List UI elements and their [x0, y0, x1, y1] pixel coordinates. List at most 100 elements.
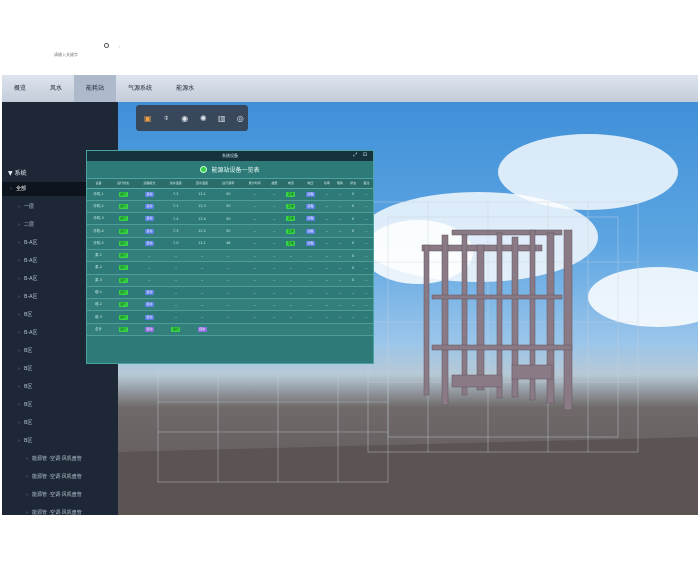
status-badge: 正常	[286, 228, 296, 234]
table-cell: --	[280, 249, 301, 263]
gauge-icon[interactable]: ◉	[177, 110, 193, 126]
table-cell: 自动	[136, 310, 163, 324]
table-row[interactable]: 塔-1 运行 自动 -- -- -- -- -- -- -- -- -- -- --	[87, 286, 373, 300]
table-cell: 12.0	[188, 212, 216, 226]
table-cell: 正常	[280, 212, 301, 226]
column-header: 状态	[346, 179, 360, 189]
table-cell: --	[320, 200, 334, 214]
tree-item-label: B区	[24, 312, 33, 318]
layers-icon[interactable]: ▣	[140, 110, 156, 126]
table-cell: 运行	[109, 298, 137, 312]
panel-heading-text: 能源站设备一览表	[211, 167, 260, 174]
table-row[interactable]: 冷机-4 运行 自动 7.3 12.2 50 -- -- 正常 远程 -- -- 0 --	[87, 224, 373, 238]
panel-window-title: 系统设备	[222, 153, 238, 158]
tree-item[interactable]: › 能源管 ·空调·风机盘管	[2, 470, 118, 484]
panel-titlebar: 系统设备 ⤢ ⊡	[87, 151, 373, 161]
table-cell: --	[333, 224, 347, 238]
search-input[interactable]	[50, 49, 100, 60]
table-cell: --	[267, 298, 281, 312]
table-row[interactable]: 冷机-3 运行 自动 7.4 12.0 50 -- -- 正常 远程 -- -- 0 --	[87, 212, 373, 226]
table-row[interactable]: 塔-3 运行 自动 -- -- -- -- -- -- -- -- -- -- --	[87, 310, 373, 324]
tree-item-label: B-A区	[24, 240, 38, 246]
column-header: 运行频率	[215, 179, 242, 189]
table-cell: --	[320, 212, 334, 226]
table-cell: --	[162, 310, 189, 324]
tree-item-label: B区	[24, 366, 33, 372]
table-cell	[241, 323, 268, 337]
chevron-right-icon: ›	[18, 240, 20, 246]
table-cell: 12.1	[188, 237, 216, 250]
table-cell: 7.0	[162, 237, 189, 250]
tree-item-label: B-A区	[24, 330, 38, 336]
table-cell: --	[267, 200, 281, 214]
chevron-right-icon: ›	[26, 510, 28, 515]
view-icon[interactable]: ◎	[233, 110, 249, 126]
chart-icon[interactable]: ▥	[214, 110, 230, 126]
table-cell: --	[359, 188, 373, 201]
table-cell: --	[267, 310, 281, 324]
tree-item[interactable]: › 能源管 ·空调·风机盘管	[2, 452, 118, 466]
top-nav: 概览 风水 能耗站 气源系统 能源水	[2, 75, 698, 102]
tree-item[interactable]: › B区	[2, 362, 118, 376]
table-row[interactable]: 冷机-5 运行 自动 7.0 12.1 48 -- -- 正常 远程 -- -- 0 --	[87, 237, 373, 250]
table-cell: --	[241, 310, 268, 324]
column-header: 电压	[300, 179, 321, 189]
table-cell: 泵-2	[87, 261, 110, 275]
table-row[interactable]: 冷机-1 运行 自动 7.2 12.1 50 -- -- 正常 远程 -- -- 0 --	[87, 188, 373, 201]
nav-tab[interactable]: 概览	[2, 75, 38, 102]
table-cell: --	[359, 237, 373, 250]
table-cell: --	[267, 237, 281, 250]
column-header: 远程模式	[136, 179, 163, 189]
tree-item[interactable]: › B区	[2, 380, 118, 394]
table-cell: 泵-3	[87, 274, 110, 287]
nav-tab[interactable]: 风水	[38, 75, 74, 102]
chevron-right-icon: ›	[18, 312, 20, 318]
status-badge: 运行	[118, 302, 128, 308]
table-cell: 运行	[109, 224, 137, 238]
status-icon	[200, 166, 208, 173]
chevron-right-icon: ›	[18, 330, 20, 336]
tree-item[interactable]: › 能源管 ·空调·风机盘管	[2, 488, 118, 502]
table-cell: 0	[346, 200, 360, 214]
tree-root-label[interactable]: ▼ 系统	[8, 168, 27, 177]
device-table: 设备 运行状态 远程模式 供水温度 回水温度 运行频率 累计时间 故障 电流 电压 功率 能耗 状态 备注…	[87, 179, 373, 337]
table-row[interactable]: 冷机-2 运行 自动 7.1 12.3 50 -- -- 正常 远程 -- -- 0 --	[87, 200, 373, 214]
tree-item-label: 能源管 ·空调·风机盘管	[32, 492, 82, 498]
status-badge: 运行	[118, 191, 128, 197]
table-cell: --	[241, 274, 268, 287]
pipe-structure-3d	[421, 229, 573, 411]
nav-tab[interactable]: 能耗站	[74, 75, 117, 102]
valve-icon[interactable]: ⌽	[159, 110, 175, 126]
tree-item[interactable]: › 能源管 ·空调·风机盘管	[2, 506, 118, 515]
tree-item[interactable]: › B区	[2, 398, 118, 412]
chevron-right-icon: ›	[18, 384, 20, 390]
status-badge: 远程	[305, 191, 315, 197]
tree-item-label: B区	[24, 420, 33, 426]
table-cell: --	[280, 310, 301, 324]
table-row[interactable]: 塔-2 运行 自动 -- -- -- -- -- -- -- -- -- -- --	[87, 298, 373, 312]
table-cell: --	[359, 310, 373, 324]
status-badge: 自动	[197, 326, 207, 332]
status-badge: 运行	[118, 228, 128, 234]
table-cell: --	[267, 261, 281, 275]
table-cell: 运行	[109, 212, 137, 226]
search-icon[interactable]	[104, 43, 109, 48]
table-cell: --	[241, 188, 268, 201]
table-row[interactable]: 泵-3 运行 -- -- -- -- -- -- -- -- -- -- 0 --	[87, 274, 373, 287]
table-row[interactable]: 泵-1 运行 -- -- -- -- -- -- -- -- -- -- 0 --	[87, 249, 373, 263]
tree-item[interactable]: › B区	[2, 434, 118, 448]
panel-window-controls[interactable]: ⤢ ⊡	[353, 152, 369, 158]
table-cell: 7.3	[162, 224, 189, 238]
table-cell: --	[333, 249, 347, 263]
table-cell: 50	[215, 188, 242, 201]
table-cell: 0	[346, 212, 360, 226]
sidebar-collapse-icon[interactable]: ‹	[118, 43, 121, 51]
tree-item[interactable]: › B区	[2, 416, 118, 430]
table-cell: --	[241, 237, 268, 250]
nav-tab[interactable]: 能源水	[164, 75, 206, 102]
fan-icon[interactable]: ✺	[196, 110, 212, 126]
table-cell: 自动	[188, 323, 216, 337]
nav-tab[interactable]: 气源系统	[116, 75, 164, 102]
table-row[interactable]: 泵-2 运行 -- -- -- -- -- -- -- -- -- -- 0 --	[87, 261, 373, 275]
column-header: 回水温度	[188, 179, 216, 189]
